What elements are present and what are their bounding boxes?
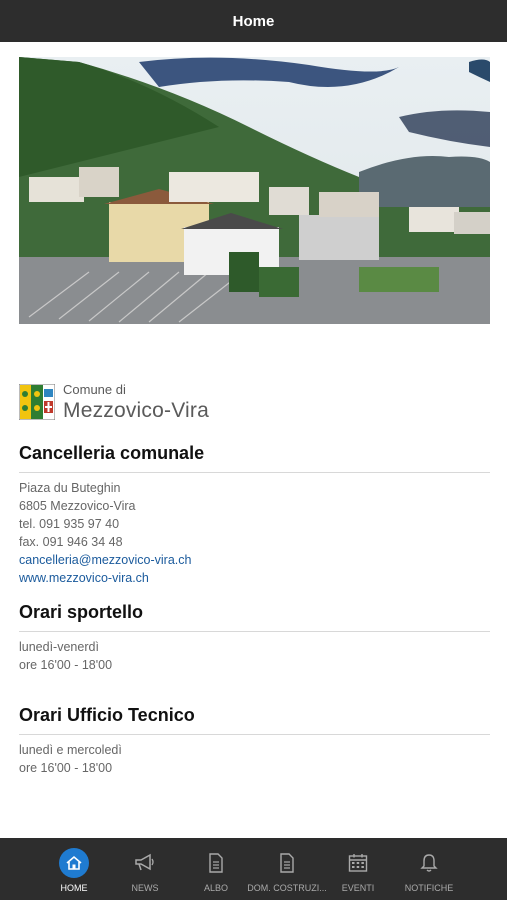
- tab-news-label: NEWS: [131, 883, 159, 893]
- page-title: Home: [232, 12, 275, 30]
- ufficio-days: lunedì e mercoledì: [19, 743, 122, 757]
- tab-notifiche-label: NOTIFICHE: [404, 883, 454, 893]
- document-icon: [209, 853, 223, 873]
- bell-icon: [420, 854, 438, 872]
- fax-line: fax. 091 946 34 48: [19, 535, 123, 549]
- logo-title: Mezzovico-Vira: [63, 399, 209, 422]
- tab-albo[interactable]: ALBO: [180, 838, 252, 900]
- tab-home[interactable]: HOME: [38, 838, 110, 900]
- coat-of-arms-icon: [19, 384, 55, 420]
- ufficio-section: Orari Ufficio Tecnico lunedì e mercoledì…: [19, 705, 490, 777]
- address-line: Piaza du Buteghin: [19, 481, 121, 495]
- ufficio-heading: Orari Ufficio Tecnico: [19, 705, 490, 735]
- cancelleria-heading: Cancelleria comunale: [19, 443, 490, 473]
- tab-home-label: HOME: [60, 883, 88, 893]
- email-link[interactable]: cancelleria@mezzovico-vira.ch: [19, 551, 490, 569]
- bottom-tab-bar: HOME NEWS ALBO DOM. COSTRUZI... EVENTI N…: [0, 838, 507, 900]
- megaphone-icon: [135, 853, 154, 871]
- document-icon: [280, 853, 294, 873]
- municipality-logo: Comune di Mezzovico-Vira: [19, 383, 209, 421]
- tab-albo-label: ALBO: [203, 883, 228, 893]
- sportello-heading: Orari sportello: [19, 602, 490, 632]
- sportello-hours: ore 16'00 - 18'00: [19, 658, 113, 672]
- tab-eventi-label: EVENTI: [341, 883, 375, 893]
- home-icon: [66, 855, 82, 870]
- phone-line: tel. 091 935 97 40: [19, 517, 120, 531]
- tab-dom-costruzione[interactable]: DOM. COSTRUZI...: [247, 838, 327, 900]
- city-line: 6805 Mezzovico-Vira: [19, 499, 136, 513]
- cancelleria-section: Cancelleria comunale Piaza du Buteghin 6…: [19, 443, 490, 587]
- calendar-icon: [348, 854, 368, 872]
- sportello-days: lunedì-venerdì: [19, 640, 99, 654]
- tab-notifiche[interactable]: NOTIFICHE: [393, 838, 465, 900]
- village-photo: [19, 57, 490, 324]
- tab-dom-costruzione-label: DOM. COSTRUZI...: [247, 883, 327, 893]
- sportello-section: Orari sportello lunedì-venerdì ore 16'00…: [19, 602, 490, 674]
- ufficio-hours: ore 16'00 - 18'00: [19, 761, 113, 775]
- tab-news[interactable]: NEWS: [109, 838, 181, 900]
- website-link[interactable]: www.mezzovico-vira.ch: [19, 569, 490, 587]
- top-bar: Home: [0, 0, 507, 42]
- tab-eventi[interactable]: EVENTI: [322, 838, 394, 900]
- logo-subtitle: Comune di: [63, 382, 126, 397]
